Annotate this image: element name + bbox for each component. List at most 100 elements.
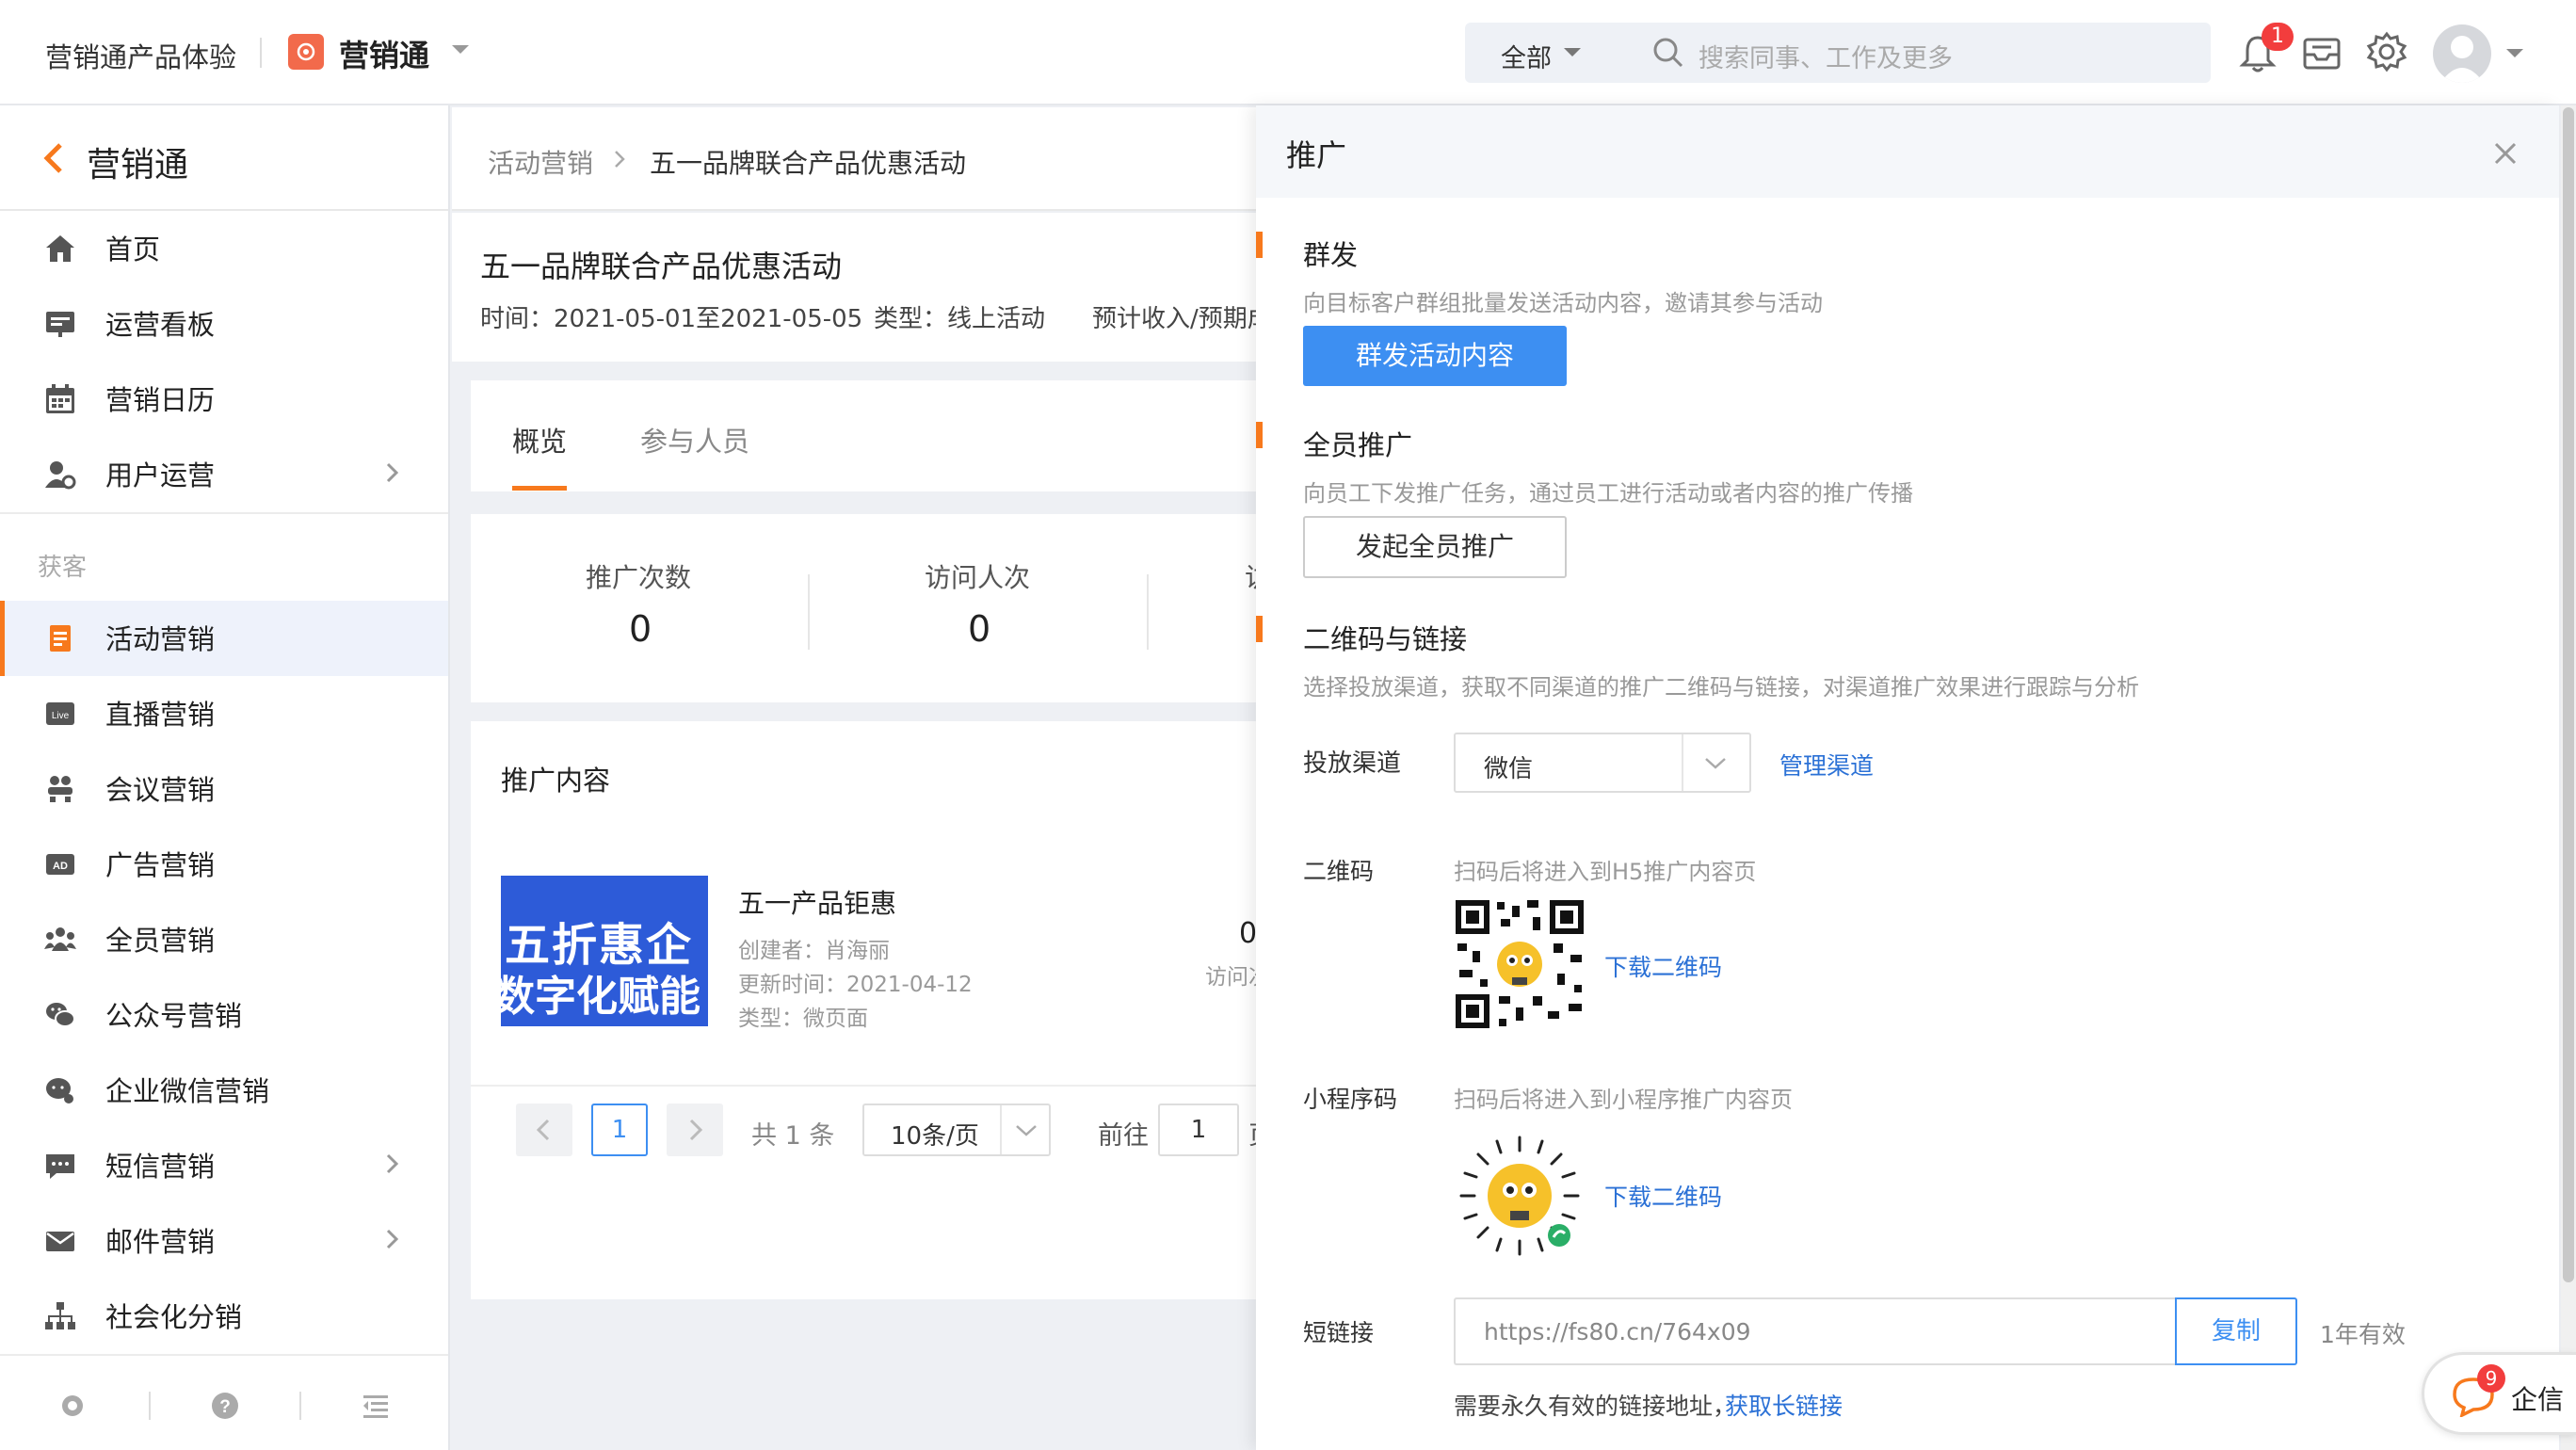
qixin-chat-widget[interactable]: 9 企信: [2422, 1352, 2576, 1435]
breadcrumb-current: 五一品牌联合产品优惠活动: [650, 148, 967, 179]
sidebar-item-calendar[interactable]: 营销日历: [0, 362, 448, 437]
short-link-field[interactable]: https://fs80.cn/764x09: [1454, 1297, 2175, 1365]
prev-page-button[interactable]: [516, 1104, 572, 1156]
sidebar-item-mail[interactable]: 邮件营销: [0, 1203, 448, 1279]
divider: [471, 1085, 1256, 1087]
sidebar-item-user-ops[interactable]: 用户运营: [0, 437, 448, 512]
scrollbar-track[interactable]: [2561, 105, 2576, 1450]
staff-promo-button[interactable]: 发起全员推广: [1303, 516, 1567, 578]
visit-value: 0: [1239, 917, 1256, 950]
chevron-down-icon[interactable]: [2504, 47, 2525, 60]
sidebar-item-wechat[interactable]: 公众号营销: [0, 977, 448, 1053]
sidebar-item-ad[interactable]: AD 广告营销: [0, 827, 448, 902]
sidebar-item-activity[interactable]: 活动营销: [0, 601, 448, 676]
divider: [808, 574, 810, 650]
divider: [260, 38, 262, 68]
sidebar-item-label: 社会化分销: [105, 1301, 243, 1333]
mini-program-code-image: [1459, 1136, 1580, 1256]
page-number[interactable]: 1: [591, 1104, 648, 1156]
thumb-text: 数字化赋能: [501, 973, 700, 1021]
team-icon: [44, 927, 76, 951]
chat-badge: 9: [2477, 1364, 2505, 1393]
chevron-right-icon: [386, 462, 399, 483]
sidebar-item-label: 活动营销: [105, 623, 216, 655]
section-label: 获客: [38, 554, 88, 582]
close-icon[interactable]: [2493, 141, 2518, 166]
sidebar-footer: ?: [0, 1354, 448, 1450]
inbox-icon[interactable]: [2301, 32, 2343, 73]
sidebar-item-label: 短信营销: [105, 1151, 216, 1183]
chevron-left-icon: [536, 1119, 550, 1141]
promo-type: 类型：微页面: [738, 1007, 868, 1031]
sidebar-item-label: 会议营销: [105, 774, 216, 806]
top-bar: 营销通产品体验 营销通 全部 搜索同事、工作及更多 1: [0, 0, 2576, 105]
page-size-value: 10条/页: [891, 1122, 979, 1151]
sidebar-item-wework[interactable]: 企业微信营销: [0, 1053, 448, 1128]
chevron-right-icon: [386, 1229, 399, 1249]
section-title: 推广内容: [501, 765, 611, 797]
promo-title[interactable]: 五一产品钜惠: [738, 883, 896, 921]
chevron-down-icon: [1705, 758, 1726, 769]
tab-participants[interactable]: 参与人员: [640, 420, 749, 459]
divider: [299, 1392, 301, 1420]
short-link-label: 短链接: [1303, 1319, 1375, 1346]
stat-value: 0: [629, 608, 652, 650]
sidebar-item-sms[interactable]: 短信营销: [0, 1128, 448, 1203]
sidebar-item-staff[interactable]: 全员营销: [0, 902, 448, 977]
search-input[interactable]: 搜索同事、工作及更多: [1699, 38, 1953, 74]
qrcode-hint: 扫码后将进入到H5推广内容页: [1454, 859, 1757, 885]
sidebar-item-label: 全员营销: [105, 925, 216, 957]
breadcrumb-parent[interactable]: 活动营销: [488, 143, 593, 181]
user-settings-icon: [45, 461, 76, 490]
goto-suffix: 页: [1248, 1115, 1256, 1152]
next-page-button[interactable]: [667, 1104, 723, 1156]
gear-icon[interactable]: [56, 1390, 89, 1422]
sidebar-item-label: 首页: [105, 234, 161, 266]
copy-button[interactable]: 复制: [2175, 1297, 2297, 1365]
visit-label: 访问次: [1205, 965, 1256, 990]
wechat-icon: [46, 1003, 75, 1027]
promo-content-card: 推广内容 五折惠企 数字化赋能 五一产品钜惠 创建者：肖海丽 更新时间：2021…: [471, 721, 1256, 1299]
distribution-icon: [45, 1302, 75, 1329]
sidebar-item-meeting[interactable]: 会议营销: [0, 751, 448, 827]
product-name[interactable]: 营销通: [339, 32, 429, 75]
download-mini-code-link[interactable]: 下载二维码: [1604, 1179, 1722, 1213]
scrollbar-thumb[interactable]: [2563, 107, 2574, 1282]
mini-code-label: 小程序码: [1303, 1086, 1398, 1113]
global-search: 全部 搜索同事、工作及更多: [1465, 23, 2211, 83]
channel-value: 微信: [1484, 755, 1534, 783]
get-long-link[interactable]: 获取长链接: [1725, 1388, 1843, 1422]
chevron-down-icon[interactable]: [1563, 47, 1582, 58]
mini-code-hint: 扫码后将进入到小程序推广内容页: [1454, 1087, 1793, 1113]
back-arrow-icon[interactable]: [41, 141, 66, 175]
product-logo-icon: [288, 34, 324, 70]
stat-label: 访问人次: [925, 562, 1031, 593]
promo-thumbnail[interactable]: 五折惠企 数字化赋能: [501, 876, 708, 1026]
help-icon[interactable]: ?: [209, 1390, 241, 1422]
goto-page-input[interactable]: 1: [1158, 1104, 1239, 1156]
wework-icon: [46, 1078, 73, 1104]
activity-header: 五一品牌联合产品优惠活动 时间：2021-05-01至2021-05-05 类型…: [452, 213, 1256, 362]
chevron-down-icon[interactable]: [450, 43, 471, 56]
channel-select[interactable]: 微信: [1454, 733, 1751, 793]
qr-desc: 选择投放渠道，获取不同渠道的推广二维码与链接，对渠道推广效果进行跟踪与分析: [1303, 674, 2139, 701]
sidebar-title[interactable]: 营销通: [87, 137, 188, 186]
avatar[interactable]: [2433, 24, 2491, 83]
scope-select[interactable]: 全部: [1501, 38, 1552, 74]
sidebar-item-label: 直播营销: [105, 699, 216, 731]
search-icon[interactable]: [1651, 36, 1685, 70]
tab-overview[interactable]: 概览: [512, 420, 567, 459]
gear-icon[interactable]: [2365, 30, 2408, 73]
sidebar-item-dashboard[interactable]: 运营看板: [0, 286, 448, 362]
collapse-menu-icon[interactable]: [360, 1390, 392, 1422]
page-size-select[interactable]: 10条/页: [862, 1104, 1051, 1156]
manage-channel-link[interactable]: 管理渠道: [1779, 748, 1874, 781]
mass-send-button[interactable]: 群发活动内容: [1303, 326, 1567, 386]
sidebar-item-live[interactable]: Live 直播营销: [0, 676, 448, 751]
drawer-title: 推广: [1286, 137, 1347, 173]
sidebar-item-home[interactable]: 首页: [0, 211, 448, 286]
download-qr-link[interactable]: 下载二维码: [1604, 949, 1722, 983]
sidebar-item-distribution[interactable]: 社会化分销: [0, 1279, 448, 1354]
app-name[interactable]: 营销通产品体验: [45, 36, 236, 75]
promo-updated: 更新时间：2021-04-12: [738, 973, 973, 997]
